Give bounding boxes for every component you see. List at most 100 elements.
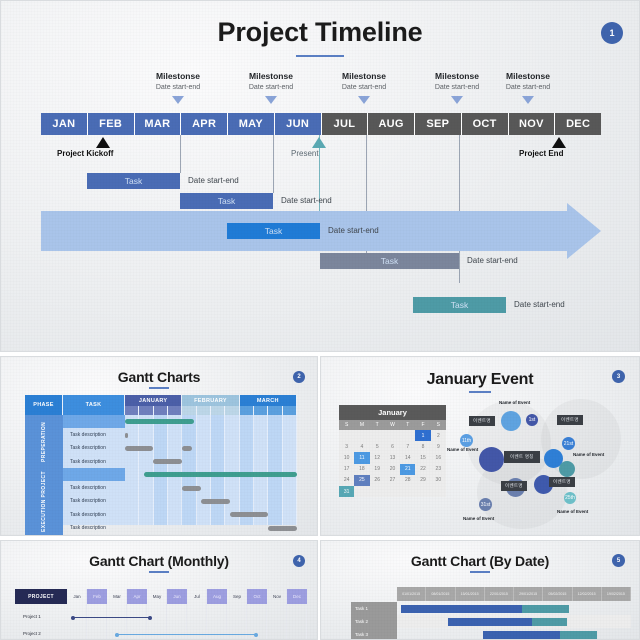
- month-dec[interactable]: Dec: [287, 589, 307, 604]
- calendar-day-4[interactable]: 4: [354, 441, 369, 452]
- calendar-day-29[interactable]: 29: [415, 475, 430, 486]
- calendar-day-14[interactable]: 14: [400, 452, 415, 463]
- month-jun[interactable]: JUN: [274, 113, 322, 135]
- event-bubble-date[interactable]: 1st: [526, 414, 538, 426]
- event-bubble-date[interactable]: 21st: [562, 437, 575, 450]
- event-bubble[interactable]: [559, 461, 575, 477]
- gantt-bar[interactable]: [125, 419, 194, 424]
- task-bar-5[interactable]: Task: [413, 297, 506, 313]
- gantt-row[interactable]: Task description: [25, 521, 297, 534]
- task-bar-4[interactable]: Task: [320, 253, 459, 269]
- calendar-day-8[interactable]: 8: [415, 441, 430, 452]
- event-bubble-date[interactable]: 25th: [564, 492, 576, 504]
- gantt-bar[interactable]: [152, 459, 182, 465]
- project-bar-1[interactable]: [73, 617, 151, 619]
- task-track: [397, 615, 631, 628]
- calendar-day-18[interactable]: 18: [354, 464, 369, 475]
- table-row[interactable]: Task 2: [351, 615, 631, 628]
- calendar-day-9[interactable]: 9: [431, 441, 446, 452]
- calendar-day-grid[interactable]: 1 2 3 4 5 6 7 8 9 10 11 12 13 14 15 16 17 18 19 20 21 22 23 24 2…: [339, 430, 446, 498]
- gantt-bar[interactable]: [181, 445, 192, 451]
- gantt-row[interactable]: Task description: [25, 482, 297, 495]
- task-bar-tail[interactable]: [532, 617, 567, 626]
- month-jan[interactable]: Jan: [67, 589, 87, 604]
- calendar-day-12[interactable]: 12: [370, 452, 385, 463]
- event-bubble[interactable]: [501, 411, 521, 431]
- calendar-day-19[interactable]: 19: [370, 464, 385, 475]
- project-bar-2[interactable]: [117, 634, 257, 636]
- task-bar-3[interactable]: Task: [227, 223, 320, 239]
- task-description: Task description: [70, 498, 106, 505]
- month-dec[interactable]: DEC: [555, 113, 601, 135]
- gantt-bar[interactable]: [125, 445, 153, 451]
- calendar-day-25[interactable]: 25: [354, 474, 370, 486]
- event-bubble[interactable]: [479, 447, 504, 472]
- calendar-day-11[interactable]: 11: [354, 452, 370, 464]
- gantt-bar[interactable]: [143, 472, 297, 478]
- task-description: Task description: [70, 458, 106, 465]
- calendar-day-15[interactable]: 15: [415, 452, 430, 463]
- calendar-day-10[interactable]: 10: [339, 452, 354, 463]
- event-bubble-date[interactable]: 31st: [479, 498, 492, 511]
- month-jul[interactable]: Jul: [187, 589, 207, 604]
- calendar-day-23[interactable]: 23: [431, 464, 446, 475]
- task-bar-1[interactable]: Task: [87, 173, 180, 189]
- calendar-day-30[interactable]: 30: [431, 475, 446, 486]
- month-sep[interactable]: Sep: [227, 589, 247, 604]
- month-aug[interactable]: Aug: [207, 589, 227, 604]
- month-jun[interactable]: Jun: [167, 589, 187, 604]
- gantt-bar[interactable]: [267, 525, 297, 531]
- gantt-bar[interactable]: [181, 485, 201, 491]
- gantt-bar[interactable]: [125, 432, 129, 438]
- task-bar-tail[interactable]: [522, 604, 569, 613]
- calendar-day-2[interactable]: 2: [431, 430, 446, 441]
- task-bar-2[interactable]: Task: [180, 193, 273, 209]
- calendar-day-22[interactable]: 22: [415, 464, 430, 475]
- month-apr[interactable]: APR: [181, 113, 228, 135]
- task-bar-main[interactable]: [483, 630, 560, 639]
- task-bar-main[interactable]: [448, 617, 532, 626]
- table-row[interactable]: Task 3: [351, 628, 631, 639]
- calendar-day-13[interactable]: 13: [385, 452, 400, 463]
- calendar-day-21[interactable]: 21: [400, 463, 416, 475]
- month-may[interactable]: May: [147, 589, 167, 604]
- month-oct[interactable]: OCT: [461, 113, 509, 135]
- calendar-day-7[interactable]: 7: [400, 441, 415, 452]
- gantt-row[interactable]: Task description: [25, 442, 297, 455]
- month-feb[interactable]: Feb: [87, 589, 107, 604]
- month-mar[interactable]: MAR: [134, 113, 182, 135]
- calendar-day-3[interactable]: 3: [339, 441, 354, 452]
- calendar-day-27[interactable]: 27: [385, 475, 400, 486]
- month-aug[interactable]: AUG: [368, 113, 415, 135]
- month-jan[interactable]: JAN: [41, 113, 88, 135]
- table-row[interactable]: Task 1: [351, 602, 631, 615]
- month-oct[interactable]: Oct: [247, 589, 267, 604]
- month-mar[interactable]: Mar: [107, 589, 127, 604]
- calendar-day-26[interactable]: 26: [370, 475, 385, 486]
- task-bar-tail[interactable]: [560, 630, 597, 639]
- event-name-label: Name of Event: [499, 400, 531, 405]
- gantt-row[interactable]: Task description: [25, 428, 297, 441]
- month-jul[interactable]: JUL: [321, 113, 369, 135]
- event-bubble-date[interactable]: 11th: [460, 434, 473, 447]
- calendar-day-28[interactable]: 28: [400, 475, 415, 486]
- calendar-day-6[interactable]: 6: [385, 441, 400, 452]
- calendar-day-1[interactable]: 1: [415, 430, 431, 442]
- calendar-day-16[interactable]: 16: [431, 452, 446, 463]
- dow-thu: T: [406, 422, 410, 428]
- month-nov[interactable]: Nov: [267, 589, 287, 604]
- calendar-day-31[interactable]: 31: [339, 485, 355, 498]
- gantt-row[interactable]: Task description: [25, 495, 297, 508]
- calendar-day-5[interactable]: 5: [370, 441, 385, 452]
- month-may[interactable]: MAY: [228, 113, 275, 135]
- calendar-day-17[interactable]: 17: [339, 464, 354, 475]
- calendar-day-20[interactable]: 20: [385, 464, 400, 475]
- month-nov[interactable]: NOV: [508, 113, 556, 135]
- gantt-bar[interactable]: [200, 499, 230, 504]
- calendar-day-24[interactable]: 24: [339, 475, 354, 486]
- month-feb[interactable]: FEB: [87, 113, 135, 135]
- gantt-bar[interactable]: [229, 512, 268, 518]
- month-apr[interactable]: Apr: [127, 589, 147, 604]
- month-sep[interactable]: SEP: [415, 113, 462, 135]
- task-bar-main[interactable]: [401, 604, 522, 613]
